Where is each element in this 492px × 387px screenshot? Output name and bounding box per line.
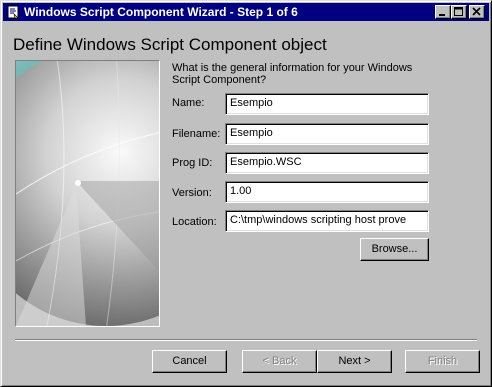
browse-button[interactable]: Browse... <box>360 238 429 261</box>
maximize-button[interactable] <box>451 5 467 19</box>
wizard-window: Windows Script Component Wizard - Step 1… <box>0 0 492 387</box>
version-field[interactable]: 1.00 <box>225 181 429 203</box>
filename-field[interactable]: Esempio <box>225 123 429 145</box>
page-description: What is the general information for your… <box>172 62 413 86</box>
name-field[interactable]: Esempio <box>225 93 429 115</box>
next-button[interactable]: Next > <box>317 350 392 373</box>
cancel-button[interactable]: Cancel <box>152 350 227 373</box>
minimize-button[interactable] <box>435 5 451 19</box>
close-icon <box>472 7 481 16</box>
progid-field[interactable]: Esempio.WSC <box>225 152 429 174</box>
globe-artwork-icon <box>16 61 159 326</box>
progid-label: Prog ID: <box>172 157 213 169</box>
page-heading: Define Windows Script Component object <box>13 35 327 54</box>
location-field[interactable]: C:\tmp\windows scripting host prove <box>225 210 429 232</box>
back-button[interactable]: < Back <box>242 350 317 373</box>
close-button[interactable] <box>469 5 485 19</box>
window-title: Windows Script Component Wizard - Step 1… <box>24 5 298 19</box>
minimize-icon <box>439 14 445 16</box>
script-wizard-icon <box>7 5 19 19</box>
location-label: Location: <box>172 216 217 228</box>
version-label: Version: <box>172 187 212 199</box>
maximize-icon <box>454 7 463 16</box>
finish-button[interactable]: Finish <box>405 350 480 373</box>
filename-label: Filename: <box>172 128 221 140</box>
title-bar[interactable]: Windows Script Component Wizard - Step 1… <box>3 3 489 21</box>
button-separator <box>15 339 477 341</box>
wizard-side-image <box>15 60 160 327</box>
name-label: Name: <box>172 97 205 109</box>
